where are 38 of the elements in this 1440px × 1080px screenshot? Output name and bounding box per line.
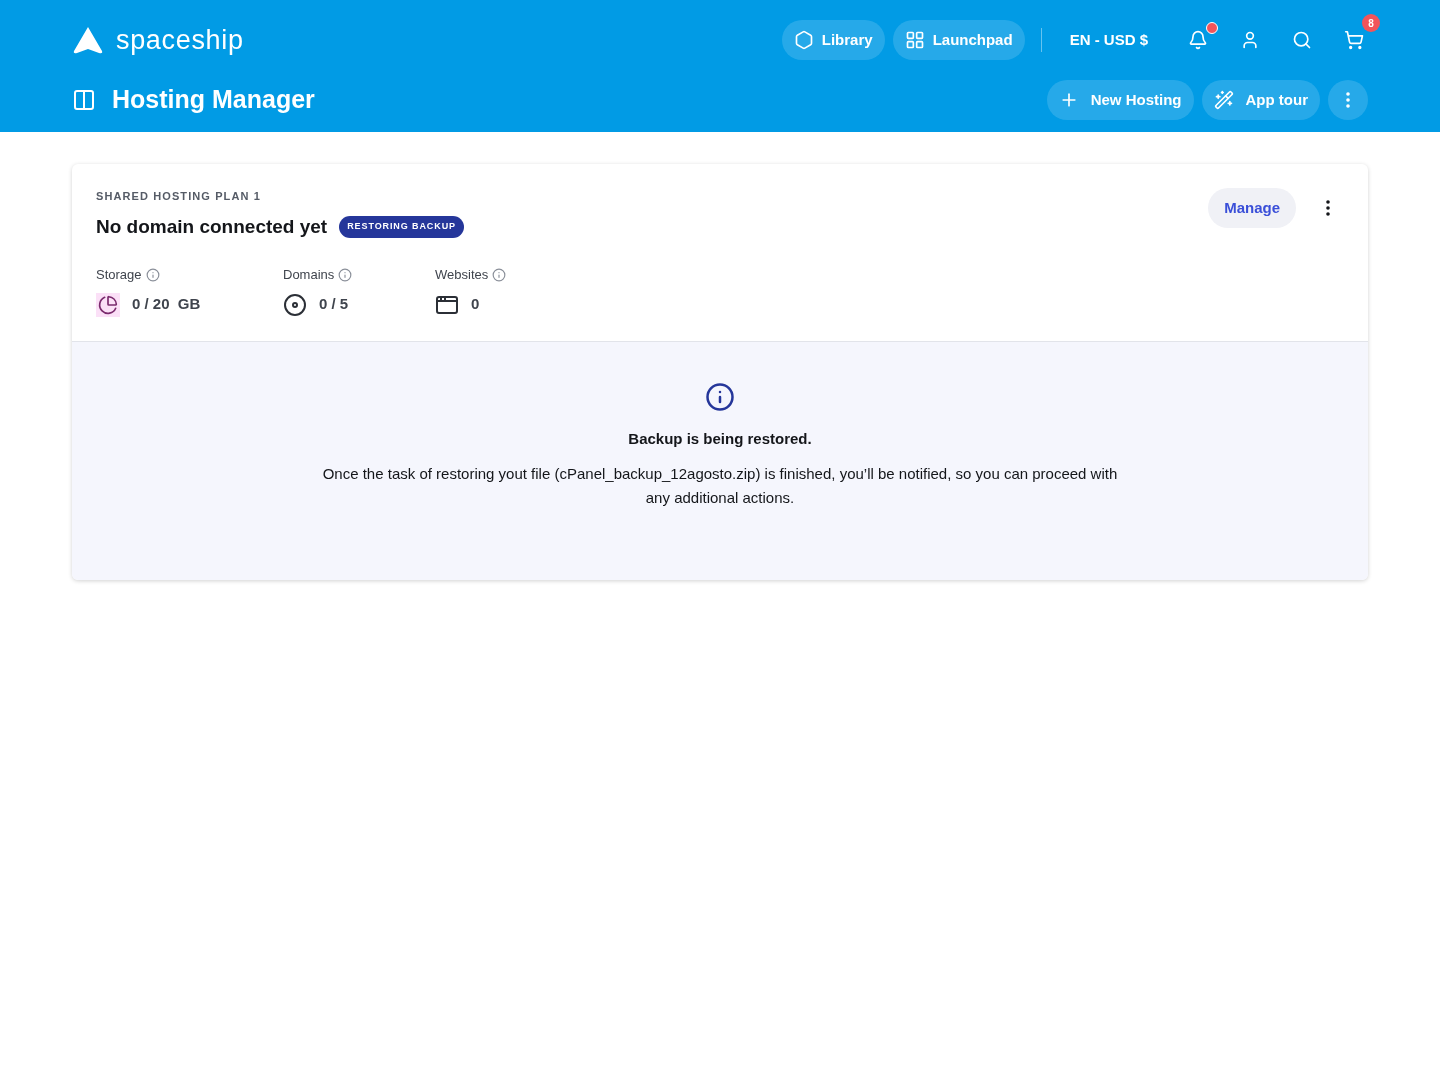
stat-value: 0	[471, 294, 480, 315]
plan-title: No domain connected yet	[96, 214, 328, 239]
page-title: Hosting Manager	[112, 84, 315, 116]
search-icon	[1292, 30, 1312, 50]
more-icon	[1326, 200, 1330, 216]
grid-icon	[904, 30, 925, 50]
hexagon-icon	[793, 30, 814, 50]
stat-label: Storage	[96, 266, 142, 284]
stat-value: 0 / 5	[319, 294, 349, 315]
more-button[interactable]	[1328, 80, 1368, 120]
nav-button[interactable]: Launchpad	[892, 20, 1025, 60]
user-icon	[1240, 30, 1260, 50]
locale-selector[interactable]: EN - USD $	[1057, 28, 1160, 52]
logo-text: spaceship	[116, 23, 244, 57]
nav-button[interactable]: Library	[781, 20, 885, 60]
manage-button[interactable]: Manage	[1208, 188, 1296, 228]
info-icon	[492, 267, 507, 282]
action-button[interactable]: New Hosting	[1046, 80, 1194, 120]
stat-value: 0 / 20 GB	[132, 294, 201, 315]
stat-label: Domains	[283, 266, 335, 284]
plan-label: SHARED HOSTING PLAN 1	[96, 189, 262, 204]
more-icon	[1346, 92, 1350, 108]
hosting-icon	[72, 88, 96, 112]
notice-title: Backup is being restored.	[628, 428, 812, 449]
status-badge: RESTORING BACKUP	[339, 216, 464, 238]
info-icon	[705, 381, 735, 412]
magic-wand-icon	[1213, 90, 1234, 110]
notice-text: Once the task of restoring yout file (cPanel_backup_12agosto.zip) is finished, you’ll be notified, so you can proceed with any additional actions.	[321, 464, 1119, 508]
bell-icon	[1188, 30, 1208, 50]
cart-icon	[1344, 30, 1364, 50]
stat-label: Websites	[435, 266, 489, 284]
cart-count-badge: 8	[1362, 14, 1380, 32]
action-button[interactable]: App tour	[1201, 80, 1320, 120]
pie-chart-icon	[96, 292, 120, 317]
logo-icon	[72, 25, 104, 55]
info-icon	[145, 267, 160, 282]
disc-icon	[283, 292, 307, 317]
info-icon	[338, 267, 353, 282]
